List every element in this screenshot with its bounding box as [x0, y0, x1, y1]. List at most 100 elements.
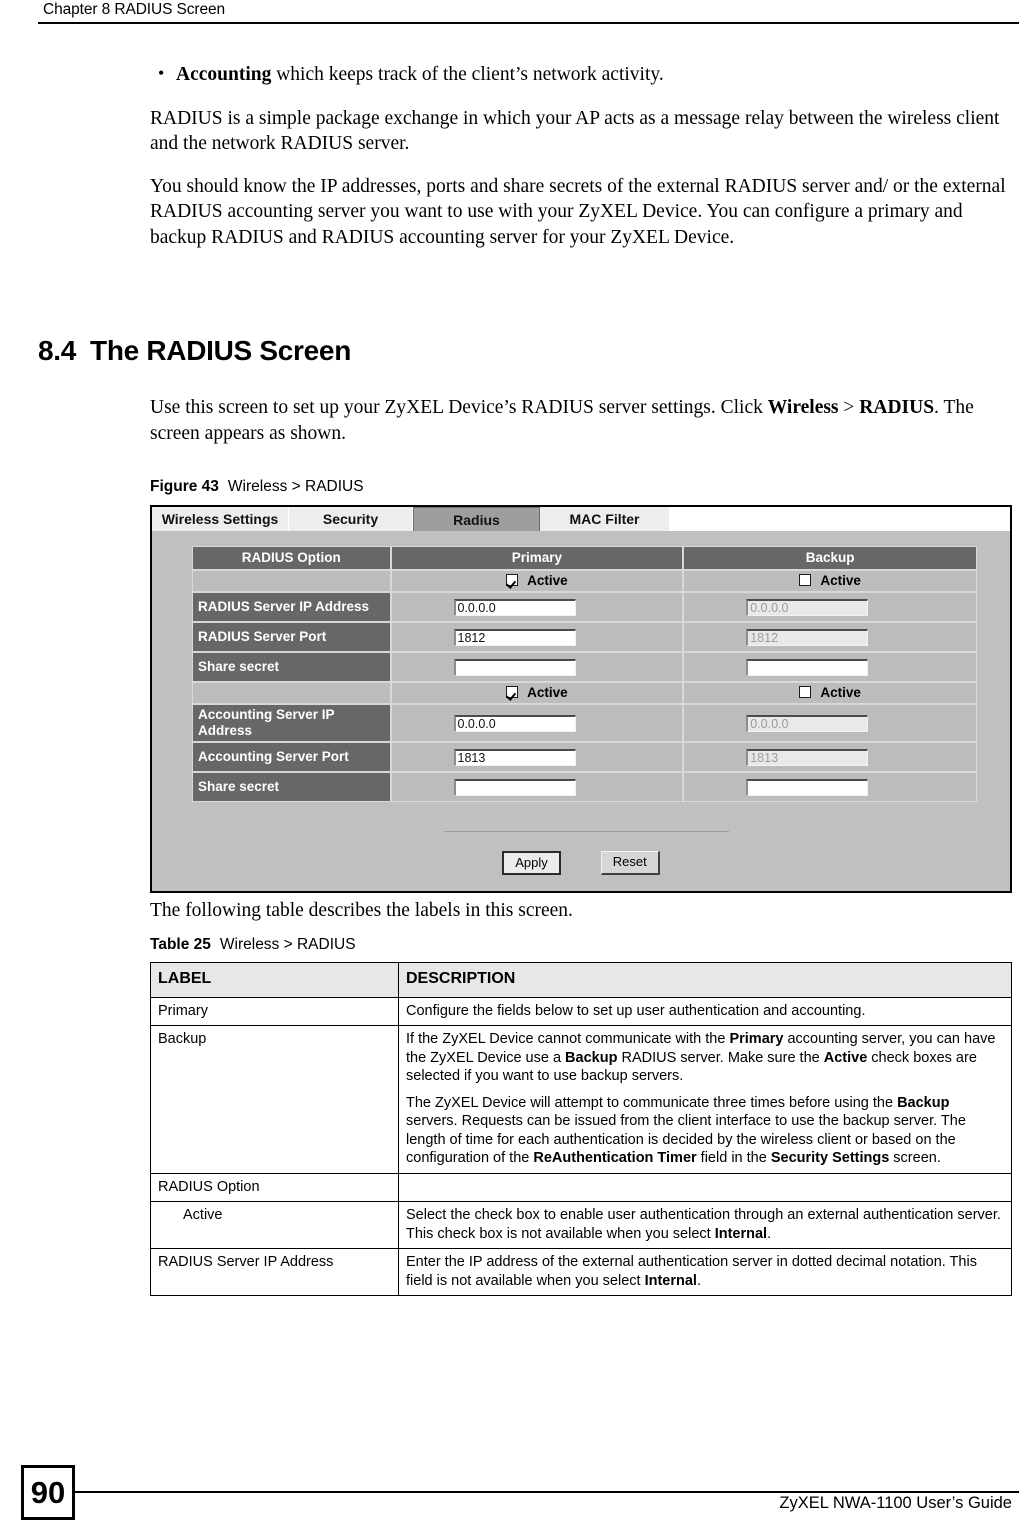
table-intro-text: The following table describes the labels…: [150, 900, 573, 921]
row-label-accounting-share-secret: Share secret: [192, 772, 391, 802]
accounting-server-port-primary-cell: 1813: [390, 742, 684, 772]
row-label-empty-accounting-active: [192, 682, 391, 704]
row-label-radius-server-ip: RADIUS Server IP Address: [192, 592, 391, 622]
section-title: The RADIUS Screen: [90, 335, 351, 366]
accounting-server-port-primary-input[interactable]: 1813: [453, 748, 576, 766]
form-separator: [444, 831, 729, 832]
desc-row-label-active: Active: [150, 1201, 399, 1249]
section-body-bold-wireless: Wireless: [767, 397, 839, 418]
desc-row-desc-radius-option: [398, 1172, 1012, 1202]
accounting-backup-active-control[interactable]: Active: [799, 685, 861, 700]
radius-settings-table: RADIUS Option Primary Backup Active Acti…: [192, 546, 977, 802]
table-row: Share secret: [192, 772, 977, 802]
desc-table-body: Primary Configure the fields below to se…: [150, 996, 1012, 1296]
radius-server-ip-backup-wrap: 0.0.0.0: [684, 593, 976, 621]
accounting-share-secret-backup-wrap: [684, 773, 976, 801]
tab-wireless-settings[interactable]: Wireless Settings: [152, 507, 289, 531]
accounting-server-port-backup-input[interactable]: 1813: [746, 748, 869, 766]
bullet-term: Accounting: [176, 64, 272, 85]
seg-bold: Backup: [565, 1049, 618, 1066]
accounting-server-ip-backup-input[interactable]: 0.0.0.0: [746, 714, 869, 732]
desc-row-desc-primary: Configure the fields below to set up use…: [398, 996, 1012, 1026]
apply-button[interactable]: Apply: [502, 851, 561, 875]
tab-bar-filler: [670, 507, 1010, 531]
footer-guide-title: ZyXEL NWA-1100 User’s Guide: [779, 1494, 1012, 1512]
desc-row-desc-backup: If the ZyXEL Device cannot communicate w…: [398, 1025, 1012, 1174]
table-caption-text: Wireless > RADIUS: [219, 936, 356, 953]
radius-backup-active-cell: Active: [683, 570, 977, 592]
tab-mac-filter[interactable]: MAC Filter: [540, 507, 670, 531]
radius-server-port-primary-wrap: 1812: [392, 623, 683, 651]
accounting-primary-active-control[interactable]: Active: [506, 685, 568, 700]
radius-primary-active-control[interactable]: Active: [506, 573, 568, 588]
tab-security[interactable]: Security: [289, 507, 413, 531]
row-label-accounting-server-port: Accounting Server Port: [192, 742, 391, 772]
desc-paragraph: Select the check box to enable user auth…: [406, 1206, 1004, 1243]
page-title: 8.4 The RADIUS Screen: [38, 335, 351, 367]
desc-row-desc-radius-server-ip: Enter the IP address of the external aut…: [398, 1248, 1012, 1296]
radius-server-ip-backup-input[interactable]: 0.0.0.0: [746, 598, 869, 616]
table-caption: Table 25 Wireless > RADIUS: [150, 936, 356, 954]
section-body-block: Use this screen to set up your ZyXEL Dev…: [150, 395, 1012, 463]
radius-server-ip-backup-cell: 0.0.0.0: [683, 592, 977, 622]
seg-bold: Primary: [729, 1031, 784, 1047]
table-row: Backup If the ZyXEL Device cannot commun…: [150, 1025, 1012, 1174]
seg-bold: Security Settings: [770, 1150, 890, 1166]
accounting-share-secret-primary-cell: [390, 772, 684, 802]
desc-header-description: DESCRIPTION: [398, 962, 1012, 998]
desc-paragraph: If the ZyXEL Device cannot communicate w…: [406, 1030, 1004, 1086]
desc-table-header-row: LABEL DESCRIPTION: [150, 962, 1012, 998]
accounting-share-secret-backup-input[interactable]: [746, 778, 869, 796]
radius-share-secret-backup-input[interactable]: [746, 658, 869, 676]
checkbox-unchecked-icon[interactable]: [799, 574, 812, 587]
table-row: RADIUS Server IP Address Enter the IP ad…: [150, 1248, 1012, 1296]
checkbox-unchecked-icon[interactable]: [799, 686, 812, 699]
checkbox-checked-icon[interactable]: [506, 686, 519, 699]
bullet-accounting: • Accounting which keeps track of the cli…: [150, 62, 1012, 88]
header-divider: [38, 22, 1019, 24]
bullet-rest: which keeps track of the client’s networ…: [271, 64, 664, 85]
intro-block: • Accounting which keeps track of the cli…: [150, 62, 1012, 267]
seg-bold: ReAuthentication Timer: [533, 1150, 697, 1166]
page-number-badge: 90: [21, 1465, 75, 1520]
seg: .: [767, 1225, 772, 1242]
radius-backup-active-control[interactable]: Active: [799, 573, 861, 588]
radius-server-port-primary-input[interactable]: 1812: [453, 628, 576, 646]
section-number: 8.4: [38, 335, 77, 366]
seg: field in the: [696, 1150, 771, 1166]
accounting-server-ip-backup-cell: 0.0.0.0: [683, 704, 977, 742]
table-row: Share secret: [192, 652, 977, 682]
tab-radius[interactable]: Radius: [413, 507, 540, 531]
desc-row-label-radius-server-ip: RADIUS Server IP Address: [150, 1248, 399, 1296]
row-label-radius-server-port: RADIUS Server Port: [192, 622, 391, 652]
seg: The ZyXEL Device will attempt to communi…: [406, 1094, 898, 1111]
table-row: RADIUS Option: [150, 1172, 1012, 1202]
radius-server-port-primary-cell: 1812: [390, 622, 684, 652]
radius-share-secret-backup-wrap: [684, 653, 976, 681]
tab-bar: Wireless Settings Security Radius MAC Fi…: [152, 507, 1010, 531]
checkbox-checked-icon[interactable]: [506, 574, 519, 587]
row-label-accounting-server-ip: Accounting Server IP Address: [192, 704, 391, 742]
reset-button[interactable]: Reset: [600, 851, 660, 875]
desc-row-label-primary: Primary: [150, 996, 399, 1026]
radius-server-port-backup-input[interactable]: 1812: [746, 628, 869, 646]
label-description-table: LABEL DESCRIPTION Primary Configure the …: [150, 962, 1012, 1296]
table-row: Active Active: [192, 682, 977, 704]
accounting-server-ip-primary-input[interactable]: 0.0.0.0: [453, 714, 576, 732]
seg-bold: Internal: [714, 1225, 768, 1242]
radius-share-secret-primary-wrap: [392, 653, 683, 681]
form-action-buttons: Apply Reset: [152, 851, 1010, 875]
intro-paragraph-2: You should know the IP addresses, ports …: [150, 175, 1006, 248]
radius-server-ip-primary-input[interactable]: 0.0.0.0: [453, 598, 576, 616]
figure-caption-text: Wireless > RADIUS: [227, 478, 364, 495]
desc-row-desc-active: Select the check box to enable user auth…: [398, 1201, 1012, 1249]
table-row: Accounting Server IP Address 0.0.0.0 0.0…: [192, 704, 977, 742]
tab-radius-label: Radius: [453, 511, 500, 528]
desc-paragraph: Configure the fields below to set up use…: [406, 1002, 866, 1019]
desc-row-label-radius-option: RADIUS Option: [150, 1172, 399, 1202]
desc-row-label-backup: Backup: [150, 1025, 399, 1174]
tab-mac-filter-label: MAC Filter: [569, 511, 640, 527]
accounting-share-secret-primary-input[interactable]: [453, 778, 576, 796]
header-radius-option: RADIUS Option: [192, 546, 391, 570]
radius-share-secret-primary-input[interactable]: [453, 658, 576, 676]
